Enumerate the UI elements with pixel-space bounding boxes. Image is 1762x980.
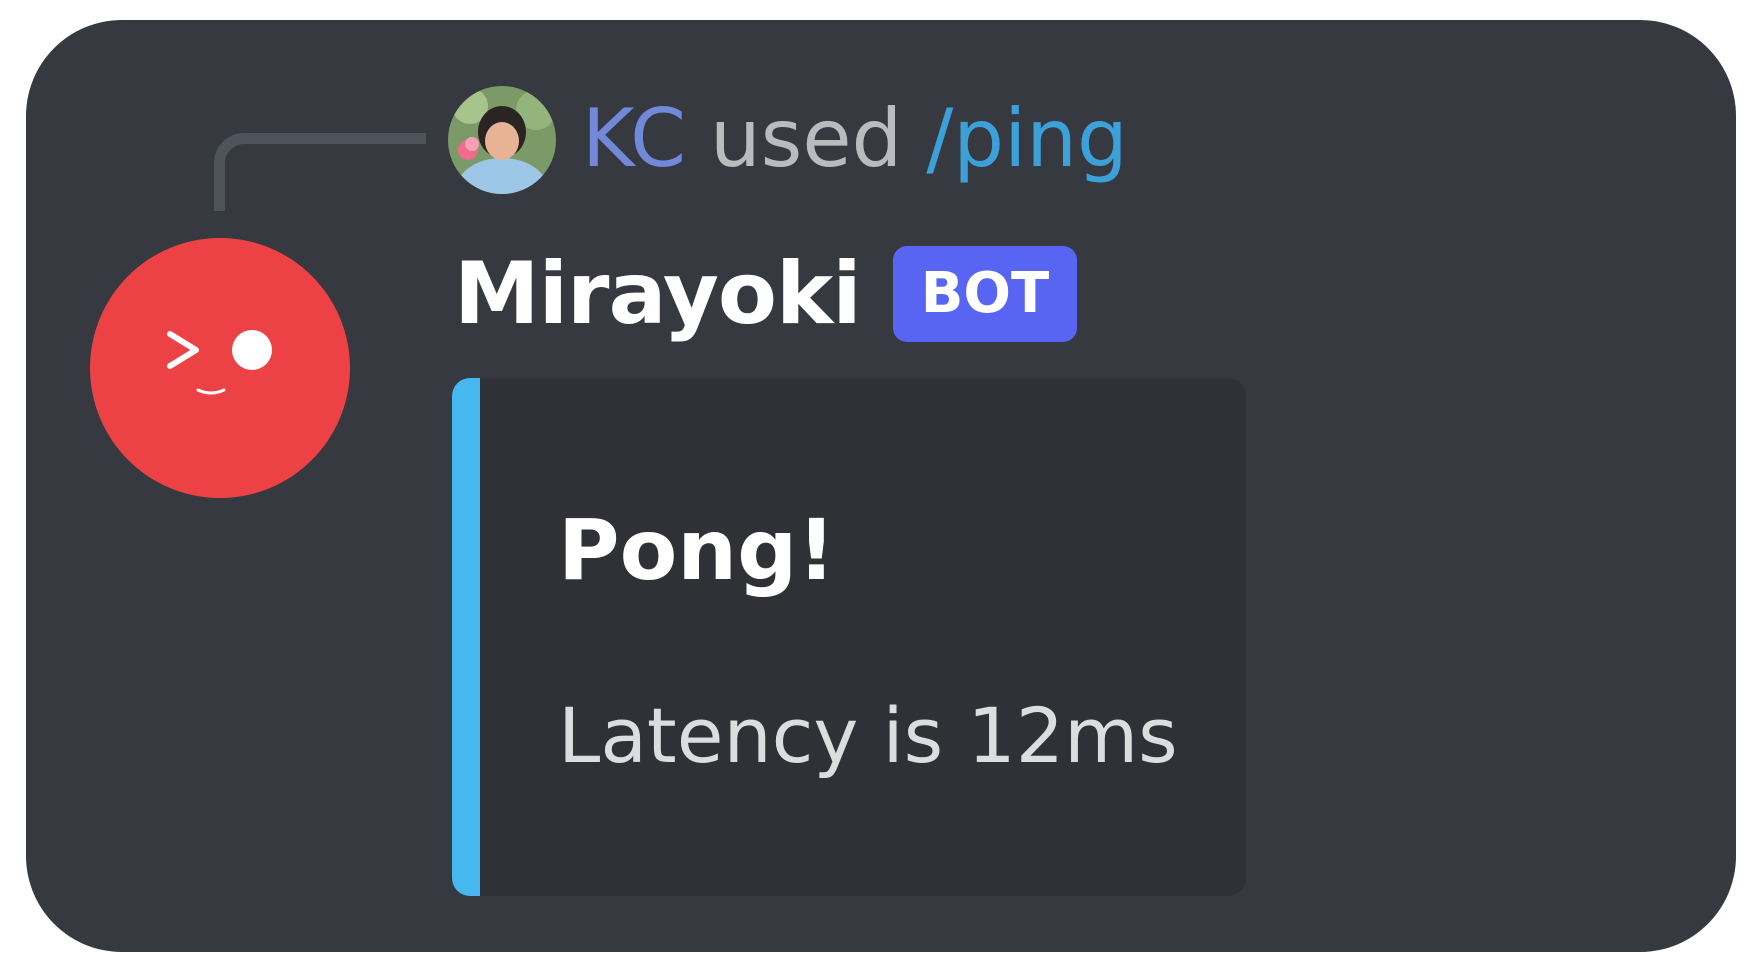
bot-author-name[interactable]: Mirayoki [454,251,862,337]
embed-description: Latency is 12ms [558,691,1178,780]
interaction-verb: used [709,92,903,185]
interaction-reference: KC used /ping [582,84,1128,194]
user-avatar-icon[interactable] [448,86,556,194]
message-header: Mirayoki BOT [454,238,1078,350]
bot-avatar-icon[interactable] [90,238,350,498]
interaction-user-name[interactable]: KC [582,99,686,179]
bot-badge: BOT [892,246,1078,342]
message-embed: Pong! Latency is 12ms [452,378,1246,896]
embed-title: Pong! [558,501,836,599]
interaction-command[interactable]: /ping [926,99,1127,179]
reply-connector-line [214,133,426,211]
message-container: KC used /ping Mirayoki BOT Pong! Latency… [26,20,1736,952]
